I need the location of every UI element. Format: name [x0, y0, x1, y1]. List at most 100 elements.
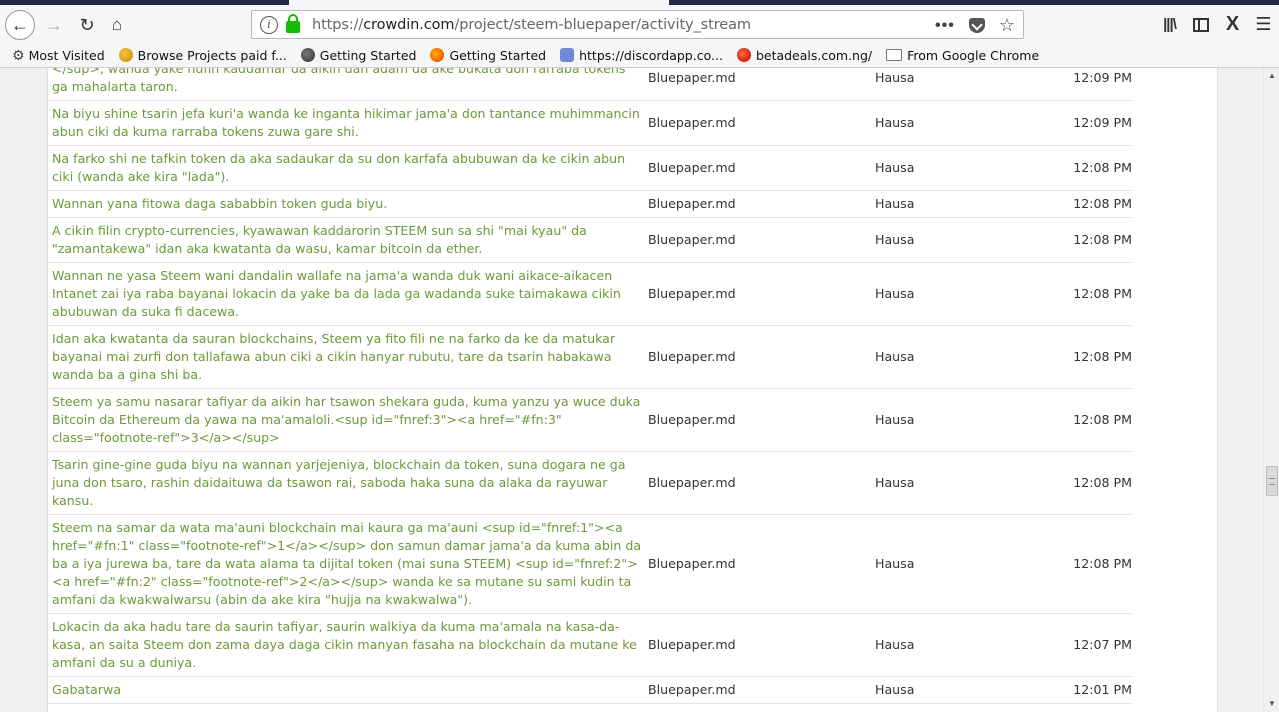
globe-icon: [300, 48, 315, 62]
activity-text[interactable]: Lokacin da aka hadu tare da saurin tafiy…: [46, 613, 642, 677]
activity-time: 12:08 PM: [1039, 388, 1132, 452]
activity-file: Bluepaper.md: [642, 676, 869, 704]
sidebar-icon[interactable]: [1193, 17, 1209, 32]
activity-time: 12:01 PM: [1039, 676, 1132, 704]
bookmark-label: Getting Started: [319, 47, 417, 63]
navigation-toolbar: ← → ↻ ⌂ i https://crowdin.com/project/st…: [0, 5, 1279, 43]
activity-language: Hausa: [869, 145, 1039, 191]
activity-text[interactable]: Tsarin gine-gine guda biyu na wannan yar…: [46, 451, 642, 515]
activity-text[interactable]: Steem na samar da wata ma'auni blockchai…: [46, 514, 642, 614]
extension-x-icon[interactable]: X: [1217, 13, 1248, 36]
activity-file: Bluepaper.md: [642, 68, 869, 101]
bookmark-star-icon[interactable]: ☆: [999, 15, 1015, 36]
activity-file: Bluepaper.md: [642, 451, 869, 515]
scroll-up-icon[interactable]: ▲: [1264, 68, 1279, 84]
activity-file: Bluepaper.md: [642, 388, 869, 452]
activity-time: 12:07 PM: [1039, 613, 1132, 677]
activity-time: 12:08 PM: [1039, 451, 1132, 515]
activity-text[interactable]: Wannan yana fitowa daga sababbin token g…: [46, 190, 642, 218]
activity-language: Hausa: [869, 388, 1039, 452]
activity-language: Hausa: [869, 262, 1039, 326]
home-button[interactable]: ⌂: [105, 13, 129, 37]
bookmark-folder-google-chrome[interactable]: From Google Chrome: [886, 48, 1039, 63]
forward-button[interactable]: →: [42, 13, 66, 37]
activity-row[interactable]: Lokacin da aka hadu tare da saurin tafiy…: [46, 613, 1132, 677]
bulb-icon: [118, 48, 133, 62]
activity-file: Bluepaper.md: [642, 217, 869, 263]
activity-time: 12:08 PM: [1039, 217, 1132, 263]
activity-row[interactable]: Wannan yana fitowa daga sababbin token g…: [46, 190, 1132, 218]
activity-row[interactable]: Idan aka kwatanta da sauran blockchains,…: [46, 325, 1132, 389]
activity-row[interactable]: Gabatarwa Bluepaper.md Hausa 12:01 PM: [46, 676, 1132, 704]
bookmark-label: Browse Projects paid f...: [137, 47, 287, 63]
activity-language: Hausa: [869, 451, 1039, 515]
url-protocol: https://: [312, 16, 364, 33]
bookmark-label: Most Visited: [28, 47, 105, 63]
activity-row[interactable]: A cikin filin crypto-currencies, kyawawa…: [46, 217, 1132, 263]
bookmark-label: https://discordapp.co...: [579, 47, 723, 63]
activity-row[interactable]: Na biyu shine tsarin jefa kuri'a wanda k…: [46, 100, 1132, 146]
hamburger-menu-icon[interactable]: ☰: [1248, 14, 1279, 35]
reload-icon: ↻: [79, 14, 95, 35]
activity-language: Hausa: [869, 676, 1039, 704]
bookmark-label: From Google Chrome: [907, 47, 1040, 63]
scrollbar-thumb[interactable]: [1266, 466, 1278, 496]
url-text[interactable]: https://crowdin.com/project/steem-bluepa…: [312, 17, 751, 33]
betadeals-icon: [736, 48, 751, 62]
bookmark-betadeals[interactable]: betadeals.com.ng/: [736, 47, 873, 63]
lock-icon: [286, 13, 300, 33]
activity-file: Bluepaper.md: [642, 514, 869, 614]
activity-language: Hausa: [869, 68, 1039, 101]
activity-row[interactable]: Wannan ne yasa Steem wani dandalin walla…: [46, 262, 1132, 326]
activity-text[interactable]: Na farko shi ne tafkin token da aka sada…: [46, 145, 642, 191]
bookmark-label: betadeals.com.ng/: [755, 47, 873, 63]
activity-row[interactable]: Steem na samar da wata ma'auni blockchai…: [46, 514, 1132, 614]
activity-file: Bluepaper.md: [642, 613, 869, 677]
gear-icon: ⚙: [12, 48, 25, 64]
activity-text[interactable]: Idan aka kwatanta da sauran blockchains,…: [46, 325, 642, 389]
activity-time: 12:08 PM: [1039, 325, 1132, 389]
activity-row[interactable]: Steem ya samu nasarar tafiyar da aikin h…: [46, 388, 1132, 452]
bookmark-browse-projects[interactable]: Browse Projects paid f...: [118, 47, 287, 63]
activity-file: Bluepaper.md: [642, 325, 869, 389]
bookmark-most-visited[interactable]: ⚙ Most Visited: [12, 47, 105, 65]
url-host: crowdin.com: [363, 16, 455, 33]
bookmark-label: Getting Started: [449, 47, 547, 63]
reload-button[interactable]: ↻: [75, 13, 99, 37]
activity-language: Hausa: [869, 100, 1039, 146]
activity-text[interactable]: Gabatarwa: [46, 676, 642, 704]
activity-text[interactable]: Wannan ne yasa Steem wani dandalin walla…: [46, 262, 642, 326]
activity-language: Hausa: [869, 190, 1039, 218]
activity-text[interactable]: </sup>, wanda yake nufin kaddamar da aik…: [46, 68, 642, 101]
home-icon: ⌂: [111, 15, 123, 34]
pocket-icon[interactable]: [968, 18, 985, 33]
scroll-down-icon[interactable]: ▼: [1264, 696, 1279, 712]
activity-row[interactable]: </sup>, wanda yake nufin kaddamar da aik…: [46, 68, 1132, 101]
activity-language: Hausa: [869, 613, 1039, 677]
activity-row[interactable]: Tsarin gine-gine guda biyu na wannan yar…: [46, 451, 1132, 515]
back-button[interactable]: ←: [5, 10, 35, 40]
activity-text[interactable]: Na biyu shine tsarin jefa kuri'a wanda k…: [46, 100, 642, 146]
bookmark-getting-started-2[interactable]: Getting Started: [430, 48, 546, 63]
activity-time: 12:08 PM: [1039, 262, 1132, 326]
bookmark-discord[interactable]: https://discordapp.co...: [560, 48, 723, 63]
page-actions-icon[interactable]: •••: [935, 17, 955, 35]
discord-icon: [560, 48, 575, 62]
activity-row[interactable]: Na farko shi ne tafkin token da aka sada…: [46, 145, 1132, 191]
bookmark-getting-started-1[interactable]: Getting Started: [300, 47, 417, 63]
url-bar[interactable]: i https://crowdin.com/project/steem-blue…: [251, 10, 1024, 39]
arrow-left-icon: ←: [11, 14, 29, 35]
info-icon[interactable]: i: [260, 15, 278, 34]
activity-language: Hausa: [869, 325, 1039, 389]
activity-time: 12:09 PM: [1039, 68, 1132, 101]
activity-file: Bluepaper.md: [642, 145, 869, 191]
page-viewport: </sup>, wanda yake nufin kaddamar da aik…: [0, 68, 1263, 712]
firefox-icon: [430, 48, 445, 62]
activity-text[interactable]: A cikin filin crypto-currencies, kyawawa…: [46, 217, 642, 263]
library-icon[interactable]: |||\: [1154, 16, 1185, 33]
vertical-scrollbar[interactable]: ▲ ▼: [1263, 68, 1279, 712]
activity-file: Bluepaper.md: [642, 100, 869, 146]
activity-text[interactable]: Steem ya samu nasarar tafiyar da aikin h…: [46, 388, 642, 452]
url-path: /project/steem-bluepaper/activity_stream: [454, 16, 751, 33]
bookmarks-toolbar: ⚙ Most Visited Browse Projects paid f... …: [0, 43, 1279, 68]
